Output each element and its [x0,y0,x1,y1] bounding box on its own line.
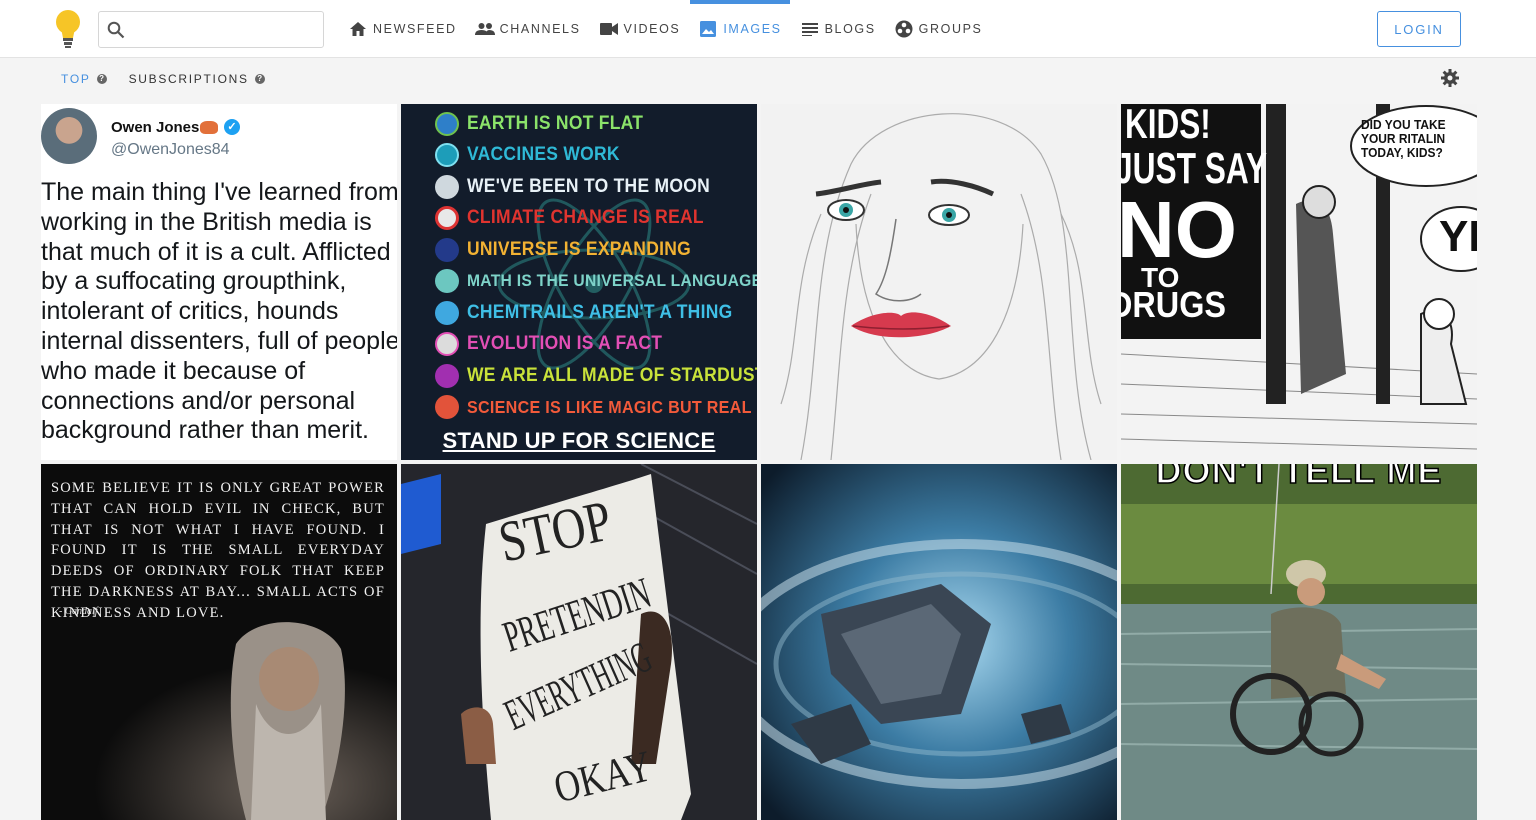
sign-no: NO [1121,185,1237,274]
quote-text: Some believe it is only great power that… [51,480,385,621]
image-tile-spaceship[interactable] [761,464,1117,820]
people-icon [474,19,495,39]
nav-groups-label: GROUPS [918,22,983,36]
image-tile-sketch[interactable] [761,104,1117,460]
science-row: WE'VE BEEN TO THE MOON [435,171,757,203]
nav-newsfeed-label: NEWSFEED [373,22,457,36]
vaccine-icon [435,143,459,168]
fishing-meme-image [1121,464,1477,820]
science-row: SCIENCE IS LIKE MAGIC BUT REAL [435,392,757,424]
settings-gear-icon[interactable] [1440,68,1460,88]
flag-emoji-icon [200,121,218,134]
science-line: WE'VE BEEN TO THE MOON [467,175,710,197]
science-line: WE ARE ALL MADE OF STARDUST [467,364,757,386]
math-icon [435,269,459,294]
science-row: CLIMATE CHANGE IS REAL [435,203,757,235]
atom-icon [435,395,459,420]
feed-subtabs: TOP ? SUBSCRIPTIONS ? [61,72,287,86]
help-icon[interactable]: ? [254,74,265,84]
nav-blogs[interactable]: BLOGS [792,0,884,58]
science-row: MATH IS THE UNIVERSAL LANGUAGE [435,266,757,298]
science-line: EVOLUTION IS A FACT [467,333,663,355]
image-tile-protest-sign[interactable]: STOP PRETENDIN EVERYTHING OKAY [401,464,757,820]
nav-videos[interactable]: VIDEOS [591,0,689,58]
galaxy-icon [435,237,459,262]
stardust-icon [435,363,459,388]
nav-channels[interactable]: CHANNELS [467,0,589,58]
nav-images-label: IMAGES [723,22,782,36]
videocam-icon [599,19,619,39]
sign-drugs: DRUGS [1121,284,1227,325]
nav-blogs-label: BLOGS [824,22,876,36]
image-tile-science[interactable]: EARTH IS NOT FLAT VACCINES WORK WE'VE BE… [401,104,757,460]
quote-author: - Gandalf [59,606,98,617]
nav-videos-label: VIDEOS [623,22,681,36]
tweet-author-handle: @OwenJones84 [111,141,230,158]
list-icon [800,19,820,39]
science-line: SCIENCE IS LIKE MAGIC BUT REAL [467,396,752,417]
science-line: EARTH IS NOT FLAT [467,112,644,134]
search-icon [107,21,125,39]
image-tile-tweet[interactable]: Owen Jones ✓ @OwenJones84 The main thing… [41,104,397,460]
speech-bubble-text: DID YOU TAKE YOUR RITALIN TODAY, KIDS? [1361,117,1446,160]
image-tile-fishing-meme[interactable]: DON'T TELL ME [1121,464,1477,820]
science-footer: STAND UP FOR SCIENCE [442,428,716,453]
reply-bubble-text: YE [1439,212,1477,261]
science-line: VACCINES WORK [467,144,620,166]
search-input[interactable] [131,12,319,47]
earth-icon [435,111,459,136]
science-statement-list: EARTH IS NOT FLAT VACCINES WORK WE'VE BE… [435,108,757,423]
image-icon [698,19,718,39]
evolution-icon [435,332,459,357]
science-row: CHEMTRAILS AREN'T A THING [435,297,757,329]
avatar [41,108,97,164]
science-line: MATH IS THE UNIVERSAL LANGUAGE [467,271,757,291]
science-line: CLIMATE CHANGE IS REAL [467,207,704,229]
nav-newsfeed[interactable]: NEWSFEED [340,0,465,58]
image-tile-cartoon[interactable]: KIDS! JUST SAY NO TO DRUGS DID YOU TAKE … [1121,104,1477,460]
login-button[interactable]: LOGIN [1377,11,1461,47]
meme-caption: DON'T TELL ME [1155,464,1443,492]
nav-groups[interactable]: GROUPS [886,0,991,58]
top-navigation-bar: NEWSFEED CHANNELS VIDEOS IMAGES BLOGS GR… [0,0,1536,58]
home-icon [348,19,368,39]
science-line: CHEMTRAILS AREN'T A THING [467,301,733,323]
pencil-sketch-face-image [780,113,1102,460]
moon-icon [435,174,459,199]
spaceship-artwork-image [761,464,1117,820]
sign-kids: KIDS! [1125,104,1211,147]
thermometer-icon [435,206,459,231]
groups-icon [894,19,914,39]
search-box [98,11,324,48]
main-nav: NEWSFEED CHANNELS VIDEOS IMAGES BLOGS GR… [340,0,992,58]
help-icon[interactable]: ? [96,74,107,84]
image-tile-gandalf-quote[interactable]: Some believe it is only great power that… [41,464,397,820]
tab-subscriptions-label: SUBSCRIPTIONS [128,72,249,86]
science-row: WE ARE ALL MADE OF STARDUST [435,360,757,392]
tweet-text: The main thing I've learned from working… [41,178,397,445]
tab-top-label: TOP [61,72,91,86]
science-row: EARTH IS NOT FLAT [435,108,757,140]
tab-top[interactable]: TOP ? [61,72,107,86]
nav-images[interactable]: IMAGES [690,0,790,58]
airplane-icon [435,300,459,325]
science-row: VACCINES WORK [435,140,757,172]
lightbulb-logo-icon[interactable] [52,8,84,50]
tab-subscriptions[interactable]: SUBSCRIPTIONS ? [129,72,265,86]
tweet-author-name: Owen Jones [111,119,200,136]
science-row: UNIVERSE IS EXPANDING [435,234,757,266]
science-row: EVOLUTION IS A FACT [435,329,757,361]
science-line: UNIVERSE IS EXPANDING [467,238,692,260]
nav-channels-label: CHANNELS [499,22,581,36]
verified-badge-icon: ✓ [224,119,240,135]
